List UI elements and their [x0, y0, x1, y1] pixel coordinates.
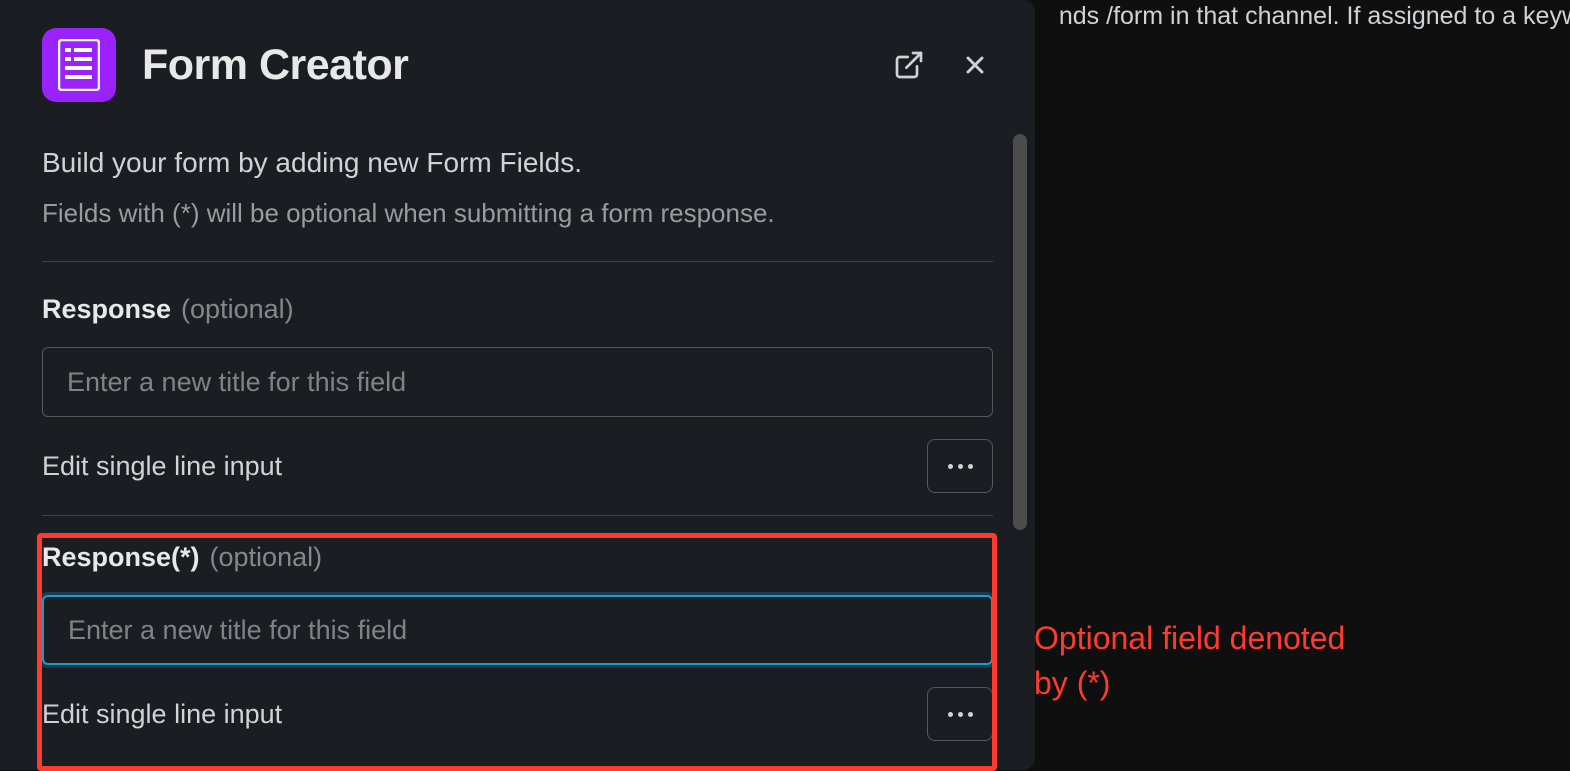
close-icon: [961, 51, 989, 79]
field-title-input-1[interactable]: [42, 347, 993, 417]
annotation-label: Optional field denoted by (*): [1034, 616, 1345, 706]
edit-field-text: Edit single line input: [42, 451, 282, 482]
annotation-line1: Optional field denoted: [1034, 620, 1345, 656]
form-creator-modal: Form Creator Build your form by adding n…: [0, 0, 1035, 770]
field-title-input-2[interactable]: [42, 595, 993, 665]
intro-text: Build your form by adding new Form Field…: [42, 142, 993, 184]
field-label: Response: [42, 294, 171, 325]
subintro-text: Fields with (*) will be optional when su…: [42, 198, 993, 229]
open-external-button[interactable]: [889, 45, 929, 85]
field-more-button-1[interactable]: [927, 439, 993, 493]
more-icon: [948, 464, 973, 469]
field-label-row: Response (optional): [42, 294, 993, 325]
field-optional-tag: (optional): [210, 542, 323, 573]
form-creator-app-icon: [42, 28, 116, 102]
modal-title: Form Creator: [142, 41, 863, 90]
form-field-block-1: Response (optional) Edit single line inp…: [42, 294, 993, 516]
modal-header: Form Creator: [0, 0, 1035, 122]
edit-field-text: Edit single line input: [42, 699, 282, 730]
section-divider: [42, 261, 993, 262]
header-actions: [889, 45, 993, 85]
field-more-button-2[interactable]: [927, 687, 993, 741]
modal-body: Build your form by adding new Form Field…: [0, 122, 1035, 770]
close-button[interactable]: [957, 47, 993, 83]
form-field-block-2: Response(*) (optional) Edit single line …: [42, 542, 993, 751]
external-link-icon: [893, 49, 925, 81]
field-footer: Edit single line input: [42, 439, 993, 516]
scrollbar-thumb[interactable]: [1013, 134, 1027, 530]
more-icon: [948, 712, 973, 717]
field-footer: Edit single line input: [42, 687, 993, 751]
background-hint-text: nds /form in that channel. If assigned t…: [1059, 0, 1570, 31]
field-optional-tag: (optional): [181, 294, 294, 325]
field-label-row: Response(*) (optional): [42, 542, 993, 573]
field-label: Response(*): [42, 542, 200, 573]
annotation-line2: by (*): [1034, 665, 1110, 701]
